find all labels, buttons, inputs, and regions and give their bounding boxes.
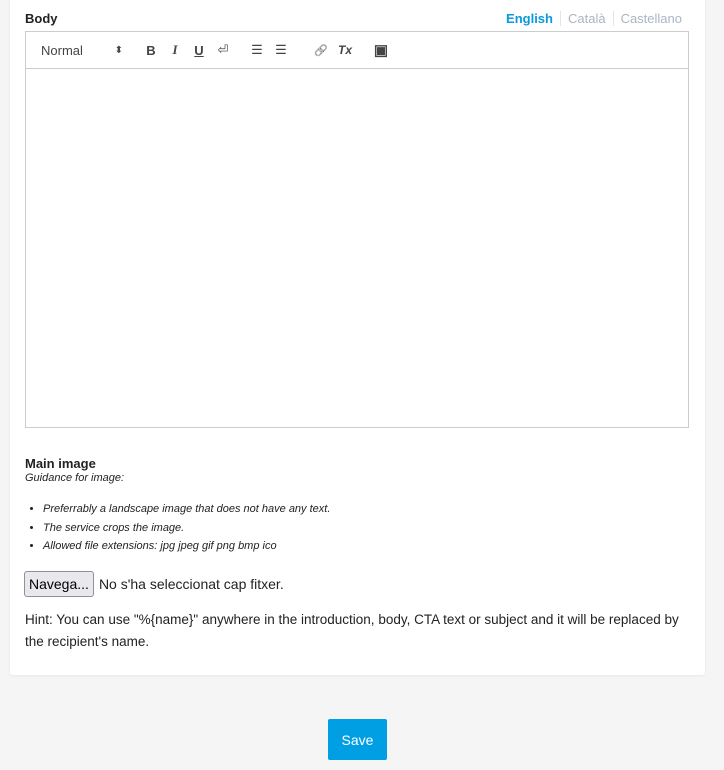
chevron-updown-icon: ⬍: [114, 44, 123, 56]
hint-text: Hint: You can use "%{name}" anywhere in …: [25, 612, 679, 649]
guidance-text: Guidance for image:: [25, 472, 125, 484]
italic-icon[interactable]: I: [163, 40, 187, 60]
main-image-label: Main image: [25, 456, 96, 471]
editor-content[interactable]: [26, 69, 688, 427]
language-tabs: English Català Castellano: [499, 11, 682, 26]
bullet-list-icon[interactable]: ☰: [269, 40, 293, 60]
save-button[interactable]: Save: [328, 719, 387, 760]
list-item: Preferrably a landscape image that does …: [43, 503, 330, 522]
file-input: Navega... No s'ha seleccionat cap fitxer…: [24, 571, 284, 597]
format-value: Normal: [41, 42, 83, 58]
line-break-icon[interactable]: ⏎: [211, 40, 235, 60]
editor-toolbar: Normal ⬍ B I U ⏎ ☰ ☰ 🔗 Tx ▣: [26, 32, 688, 69]
video-icon[interactable]: ▣: [369, 40, 393, 60]
body-label: Body: [25, 11, 58, 26]
format-select[interactable]: Normal ⬍: [41, 40, 123, 60]
bold-icon[interactable]: B: [139, 40, 163, 60]
browse-button[interactable]: Navega...: [24, 571, 94, 597]
rich-text-editor: Normal ⬍ B I U ⏎ ☰ ☰ 🔗 Tx ▣: [25, 31, 689, 428]
tab-english[interactable]: English: [499, 11, 560, 26]
file-status: No s'ha seleccionat cap fitxer.: [98, 576, 284, 592]
ordered-list-icon[interactable]: ☰: [245, 40, 269, 60]
tab-catala[interactable]: Català: [559, 11, 613, 26]
clear-format-icon[interactable]: Tx: [333, 40, 357, 60]
link-icon[interactable]: 🔗: [309, 40, 333, 60]
list-item: The service crops the image.: [43, 522, 330, 541]
guidance-list: Preferrably a landscape image that does …: [25, 503, 330, 559]
underline-icon[interactable]: U: [187, 40, 211, 60]
form-card: Body English Català Castellano Normal ⬍ B…: [10, 0, 705, 675]
tab-castellano[interactable]: Castellano: [612, 11, 682, 26]
list-item: Allowed file extensions: jpg jpeg gif pn…: [43, 540, 330, 559]
